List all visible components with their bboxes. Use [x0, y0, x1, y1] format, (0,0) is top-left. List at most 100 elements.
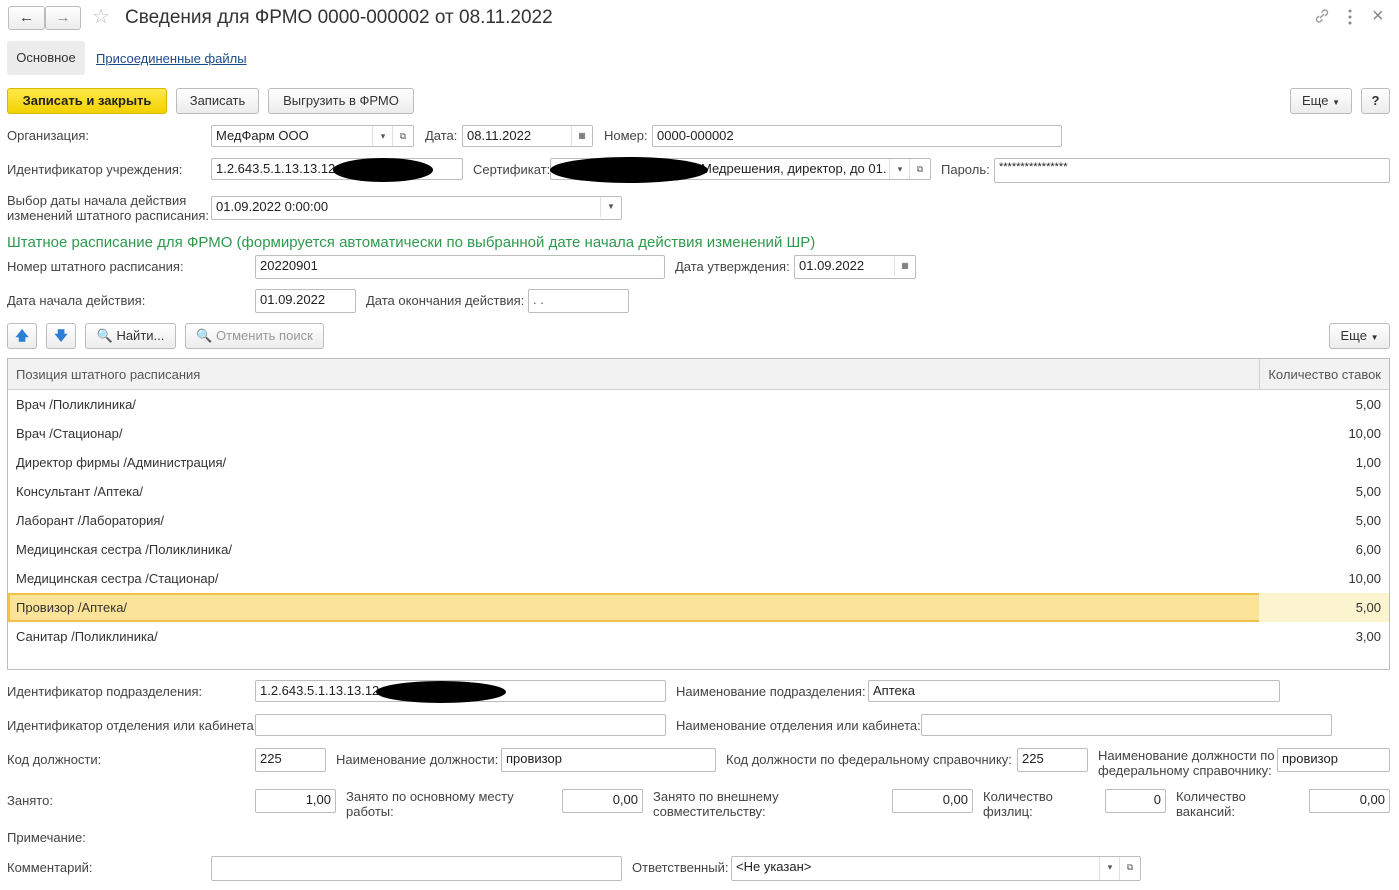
position-cell: Медицинская сестра /Стационар/ [16, 571, 219, 586]
window-title: Сведения для ФРМО 0000-000002 от 08.11.2… [125, 7, 553, 28]
start-date-field[interactable]: 01.09.2022 [255, 289, 356, 313]
table-row[interactable]: Врач /Поликлиника/5,00 [8, 390, 1389, 419]
staffing-table[interactable]: Позиция штатного расписания Количество с… [7, 358, 1390, 670]
fed-code-label: Код должности по федеральному справочник… [726, 752, 1012, 767]
responsible-value: <Не указан> [736, 859, 812, 874]
favorite-star-icon[interactable]: ☆ [92, 5, 110, 29]
position-cell: Врач /Стационар/ [16, 426, 123, 441]
date-label: Дата: [425, 128, 458, 143]
change-date-field[interactable]: 01.09.2022 0:00:00 ▼ [211, 196, 622, 220]
cancel-search-button[interactable]: 🔍 Отменить поиск [185, 323, 324, 349]
table-row[interactable]: Консультант /Аптека/5,00 [8, 477, 1389, 506]
save-button[interactable]: Записать [176, 88, 259, 114]
table-row[interactable]: Медицинская сестра /Стационар/10,00 [8, 564, 1389, 593]
org-dropdown-icon[interactable]: ▾ [372, 126, 393, 146]
help-button[interactable]: ? [1361, 88, 1390, 114]
occupied-field[interactable]: 1,00 [255, 789, 336, 813]
rates-cell: 5,00 [1355, 600, 1381, 615]
number-label: Номер: [604, 128, 648, 143]
pos-code-label: Код должности: [7, 752, 102, 767]
table-row[interactable]: Директор фирмы /Администрация/1,00 [8, 448, 1389, 477]
position-cell: Консультант /Аптека/ [16, 484, 143, 499]
table-row[interactable]: Провизор /Аптека/5,00 [8, 593, 1389, 622]
forward-button[interactable]: → [45, 6, 81, 30]
move-down-button[interactable]: 🡇 [46, 323, 76, 349]
more-label: Еще [1302, 93, 1329, 108]
org-field[interactable]: МедФарм ООО ▾ ⧉ [211, 125, 414, 147]
responsible-dropdown-icon[interactable]: ▾ [1099, 857, 1120, 880]
pos-name-field[interactable]: провизор [501, 748, 716, 772]
dept-name-field[interactable]: Аптека [868, 680, 1280, 702]
cancel-search-label: Отменить поиск [216, 328, 313, 343]
rates-cell: 10,00 [1348, 571, 1381, 586]
window-menu-icon[interactable] [1347, 8, 1353, 26]
dept-id-label: Идентификатор подразделения: [7, 684, 203, 699]
tab-main[interactable]: Основное [7, 41, 85, 75]
password-label: Пароль: [941, 162, 990, 177]
pos-code-field[interactable]: 225 [255, 748, 326, 772]
approve-date-value: 01.09.2022 [799, 258, 865, 273]
cert-dropdown-icon[interactable]: ▾ [889, 159, 910, 179]
close-icon[interactable]: × [1372, 5, 1384, 27]
table-row[interactable]: Лаборант /Лаборатория/5,00 [8, 506, 1389, 535]
responsible-field[interactable]: <Не указан> ▾ ⧉ [731, 856, 1141, 881]
rates-cell: 6,00 [1355, 542, 1381, 557]
table-more-label: Еще [1340, 328, 1367, 343]
move-up-button[interactable]: 🡅 [7, 323, 37, 349]
external-job-field[interactable]: 0,00 [892, 789, 973, 813]
responsible-open-icon[interactable]: ⧉ [1119, 857, 1140, 880]
schedule-number-field[interactable]: 20220901 [255, 255, 665, 279]
back-button[interactable]: ← [8, 6, 45, 30]
position-cell: Врач /Поликлиника/ [16, 397, 136, 412]
change-date-dropdown-icon[interactable]: ▼ [600, 197, 621, 217]
selected-row-highlight [8, 593, 1263, 622]
inst-id-value: 1.2.643.5.1.13.13.12 [216, 161, 336, 176]
note-label: Примечание: [7, 830, 86, 845]
table-row[interactable]: Санитар /Поликлиника/3,00 [8, 622, 1389, 651]
link-icon[interactable] [1314, 8, 1330, 24]
rates-cell: 10,00 [1348, 426, 1381, 441]
comment-field[interactable] [211, 856, 622, 881]
approve-date-label: Дата утверждения: [675, 259, 790, 274]
arrow-up-icon: 🡅 [15, 328, 29, 343]
table-row[interactable]: Медицинская сестра /Поликлиника/6,00 [8, 535, 1389, 564]
more-button[interactable]: Еще ▼ [1290, 88, 1352, 114]
office-name-label: Наименование отделения или кабинета: [676, 718, 921, 733]
calendar-icon[interactable]: ▦ [571, 126, 592, 146]
rates-cell: 3,00 [1355, 629, 1381, 644]
position-cell: Медицинская сестра /Поликлиника/ [16, 542, 232, 557]
cert-open-icon[interactable]: ⧉ [909, 159, 930, 179]
approve-date-field[interactable]: 01.09.2022 ▦ [794, 255, 916, 279]
main-job-field[interactable]: 0,00 [562, 789, 643, 813]
arrow-right-icon: → [55, 9, 71, 26]
table-row[interactable]: Врач /Стационар/10,00 [8, 419, 1389, 448]
date-field[interactable]: 08.11.2022 ▦ [462, 125, 593, 147]
vacancies-field[interactable]: 0,00 [1309, 789, 1390, 813]
comment-label: Комментарий: [7, 860, 93, 875]
vacancies-label: Количество вакансий: [1176, 789, 1246, 819]
end-date-field[interactable]: . . [528, 289, 629, 313]
find-button[interactable]: 🔍 Найти... [85, 323, 176, 349]
fed-name-field[interactable]: провизор [1277, 748, 1390, 772]
rates-cell: 1,00 [1355, 455, 1381, 470]
date-value: 08.11.2022 [467, 128, 532, 143]
cert-label: Сертификат: [473, 162, 551, 177]
persons-field[interactable]: 0 [1105, 789, 1166, 813]
column-header-position[interactable]: Позиция штатного расписания [16, 367, 200, 382]
password-field[interactable]: **************** [994, 158, 1390, 183]
save-close-button[interactable]: Записать и закрыть [7, 88, 167, 114]
arrow-down-icon: 🡇 [54, 328, 68, 343]
office-id-field[interactable] [255, 714, 666, 736]
position-cell: Директор фирмы /Администрация/ [16, 455, 227, 470]
number-field[interactable]: 0000-000002 [652, 125, 1062, 147]
tab-attached-files[interactable]: Присоединенные файлы [96, 51, 247, 66]
rates-cell: 5,00 [1355, 397, 1381, 412]
export-frmo-button[interactable]: Выгрузить в ФРМО [268, 88, 414, 114]
table-more-button[interactable]: Еще ▼ [1329, 323, 1390, 349]
org-open-icon[interactable]: ⧉ [392, 126, 413, 146]
fed-code-field[interactable]: 225 [1017, 748, 1088, 772]
office-name-field[interactable] [921, 714, 1332, 736]
column-header-rates[interactable]: Количество ставок [1268, 367, 1381, 382]
calendar-icon[interactable]: ▦ [894, 256, 915, 276]
schedule-header: Штатное расписание для ФРМО (формируется… [7, 234, 816, 251]
